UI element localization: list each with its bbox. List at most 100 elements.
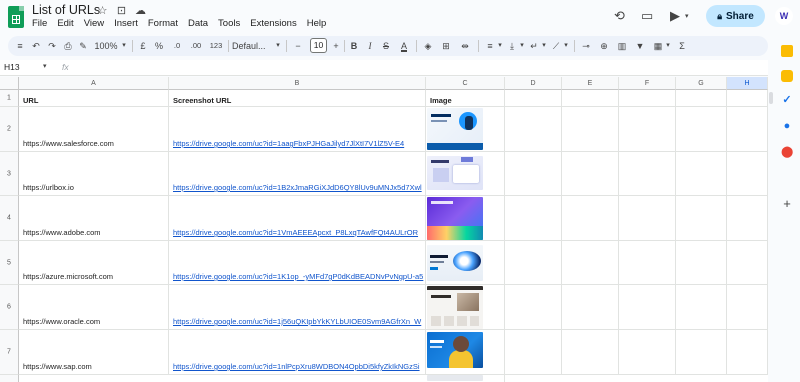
column-header-g[interactable]: G [676, 77, 727, 90]
empty-cell[interactable] [676, 152, 727, 196]
empty-cell[interactable] [676, 196, 727, 241]
menu-view[interactable]: View [84, 18, 104, 29]
image-cell[interactable] [426, 330, 505, 375]
zoom-select[interactable]: 100% [92, 39, 120, 53]
row-header-4[interactable]: 4 [0, 196, 19, 241]
empty-cell[interactable] [676, 90, 727, 107]
column-header-a[interactable]: A [19, 77, 169, 90]
empty-cell[interactable] [562, 152, 619, 196]
filter-icon[interactable]: ▼ [634, 39, 646, 53]
vertical-align-dropdown-icon[interactable]: ▾ [518, 39, 526, 53]
font-size-input[interactable]: 10 [310, 38, 327, 53]
select-all-corner[interactable] [0, 77, 19, 90]
sheet-grid[interactable]: A B C D E F G H 1 2 3 4 5 6 7 URL Screen… [0, 77, 768, 382]
sap-screenshot-thumbnail[interactable] [427, 332, 483, 368]
font-select[interactable]: Defaul... [232, 39, 274, 53]
empty-cell[interactable] [505, 196, 562, 241]
screenshot-url-cell[interactable]: https://drive.google.com/uc?id=1VmAEEEAp… [169, 196, 426, 241]
account-avatar[interactable]: W [775, 7, 793, 25]
comment-icon[interactable]: ▭ [641, 8, 653, 24]
image-cell[interactable] [426, 285, 505, 330]
header-cell-image[interactable]: Image [426, 90, 505, 107]
redo-icon[interactable]: ↷ [46, 39, 58, 53]
history-icon[interactable]: ⟲ [614, 8, 625, 24]
empty-cell[interactable] [619, 241, 676, 285]
video-call-dropdown-icon[interactable]: ▾ [685, 12, 689, 20]
empty-cell[interactable] [619, 90, 676, 107]
column-header-d[interactable]: D [505, 77, 562, 90]
empty-cell[interactable] [727, 285, 768, 330]
empty-cell[interactable] [562, 90, 619, 107]
column-header-c[interactable]: C [426, 77, 505, 90]
empty-cell[interactable] [505, 241, 562, 285]
share-button[interactable]: 🔒︎ Share [706, 5, 765, 27]
empty-cell[interactable] [562, 330, 619, 375]
vertical-scrollbar[interactable] [769, 92, 773, 104]
url-cell[interactable]: https://www.oracle.com [19, 285, 169, 330]
vertical-align-icon[interactable]: ⤓ [506, 39, 518, 53]
empty-cell[interactable] [619, 107, 676, 152]
empty-cell[interactable] [562, 285, 619, 330]
functions-button[interactable]: Σ [676, 39, 688, 53]
column-header-f[interactable]: F [619, 77, 676, 90]
row-header-3[interactable]: 3 [0, 152, 19, 196]
oracle-screenshot-thumbnail[interactable] [427, 286, 483, 329]
screenshot-url-cell[interactable]: https://drive.google.com/uc?id=1K1op_-yM… [169, 241, 426, 285]
decrease-font-size-button[interactable]: − [292, 39, 304, 53]
contacts-icon[interactable]: ● [781, 120, 793, 132]
star-icon[interactable]: ☆ [96, 4, 109, 17]
image-cell[interactable] [426, 152, 505, 196]
row-header-7[interactable]: 7 [0, 330, 19, 375]
add-addon-icon[interactable]: + [781, 197, 793, 210]
decrease-decimal-button[interactable]: .0 [170, 39, 184, 53]
menu-format[interactable]: Format [148, 18, 178, 29]
url-cell[interactable]: https://www.salesforce.com [19, 107, 169, 152]
paint-format-icon[interactable]: ✎ [77, 39, 89, 53]
url-cell[interactable]: https://urlbox.io [19, 152, 169, 196]
row-header-5[interactable]: 5 [0, 241, 19, 285]
image-cell[interactable] [426, 196, 505, 241]
image-cell[interactable] [426, 241, 505, 285]
insert-chart-icon[interactable]: ▥ [616, 39, 628, 53]
url-cell[interactable]: https://www.sap.com [19, 330, 169, 375]
empty-cell[interactable] [727, 152, 768, 196]
empty-cell[interactable] [505, 330, 562, 375]
empty-cell[interactable] [562, 196, 619, 241]
column-header-b[interactable]: B [169, 77, 426, 90]
empty-cell[interactable] [505, 90, 562, 107]
insert-link-icon[interactable]: ⊸ [580, 39, 592, 53]
empty-cell[interactable] [727, 241, 768, 285]
increase-font-size-button[interactable]: + [330, 39, 342, 53]
header-cell-screenshot-url[interactable]: Screenshot URL [169, 90, 426, 107]
bold-button[interactable]: B [348, 39, 360, 53]
filter-views-dropdown-icon[interactable]: ▾ [664, 39, 672, 53]
fill-color-icon[interactable]: ◈ [422, 39, 434, 53]
adobe-screenshot-thumbnail[interactable] [427, 197, 483, 240]
move-to-folder-icon[interactable]: ⊡ [115, 4, 128, 17]
menu-file[interactable]: File [32, 18, 47, 29]
borders-icon[interactable]: ⊞ [440, 39, 452, 53]
percent-format-button[interactable]: % [154, 39, 164, 53]
menu-tools[interactable]: Tools [218, 18, 240, 29]
row-header-2[interactable]: 2 [0, 107, 19, 152]
text-color-button[interactable]: A [398, 39, 410, 53]
search-menus-icon[interactable]: ≡ [14, 39, 26, 53]
empty-cell[interactable] [505, 285, 562, 330]
maps-icon[interactable]: ⬤ [781, 146, 793, 158]
text-rotation-icon[interactable]: ⟋ [550, 39, 562, 53]
row-header-8[interactable] [0, 375, 19, 382]
insert-comment-icon[interactable]: ⊕ [598, 39, 610, 53]
empty-cell[interactable] [727, 90, 768, 107]
image-cell[interactable] [426, 375, 505, 382]
strikethrough-button[interactable]: S [380, 39, 392, 53]
header-cell-url[interactable]: URL [19, 90, 169, 107]
menu-data[interactable]: Data [188, 18, 208, 29]
url-cell[interactable]: https://azure.microsoft.com [19, 241, 169, 285]
empty-cell[interactable] [619, 152, 676, 196]
empty-cell[interactable] [676, 241, 727, 285]
filter-views-icon[interactable]: ▦ [652, 39, 664, 53]
menu-help[interactable]: Help [307, 18, 327, 29]
sheets-logo-icon[interactable] [8, 6, 24, 28]
empty-cell[interactable] [619, 196, 676, 241]
document-title[interactable]: List of URLs [32, 3, 100, 17]
